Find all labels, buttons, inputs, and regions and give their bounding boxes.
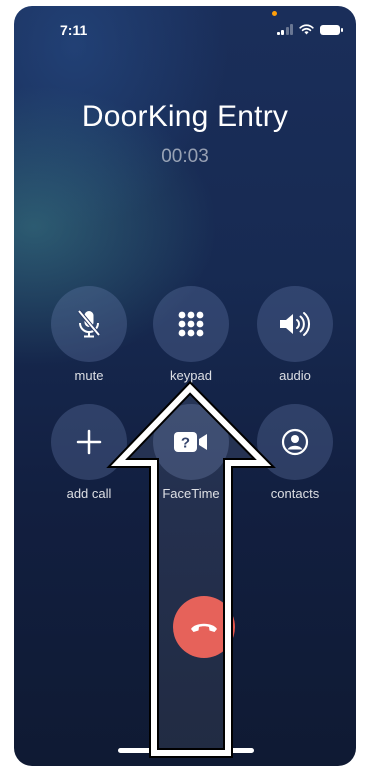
battery-icon [320,25,343,35]
plus-icon [76,429,102,455]
status-time: 7:11 [60,22,88,38]
contacts-label: contacts [270,486,320,501]
contacts-button[interactable] [257,404,333,480]
call-screen: 7:11 DoorKing Entry 00:03 mute keypad au… [14,6,356,766]
home-indicator[interactable] [118,748,254,753]
end-call-button[interactable] [173,596,235,658]
wifi-icon [299,24,314,35]
status-icons [276,24,343,35]
mute-label: mute [74,368,104,383]
microphone-slash-icon [77,309,101,338]
facetime-icon: ? [174,432,207,452]
keypad-button[interactable] [153,286,229,362]
mute-button[interactable] [51,286,127,362]
keypad-icon [178,311,204,337]
add-call-button[interactable] [51,404,127,480]
audio-button[interactable] [257,286,333,362]
speaker-icon [280,312,311,336]
add-call-label: add call [66,486,112,501]
facetime-label: FaceTime [162,486,220,501]
mic-in-use-indicator [272,11,277,16]
audio-label: audio [279,368,311,383]
facetime-button[interactable]: ? [153,404,229,480]
caller-name: DoorKing Entry [81,100,289,133]
signal-icon [276,24,293,35]
status-bar: 7:11 [14,6,356,50]
person-circle-icon [281,428,309,456]
call-duration: 00:03 [161,146,209,167]
svg-text:?: ? [181,435,190,452]
phone-down-icon [191,623,217,632]
keypad-label: keypad [170,368,212,383]
